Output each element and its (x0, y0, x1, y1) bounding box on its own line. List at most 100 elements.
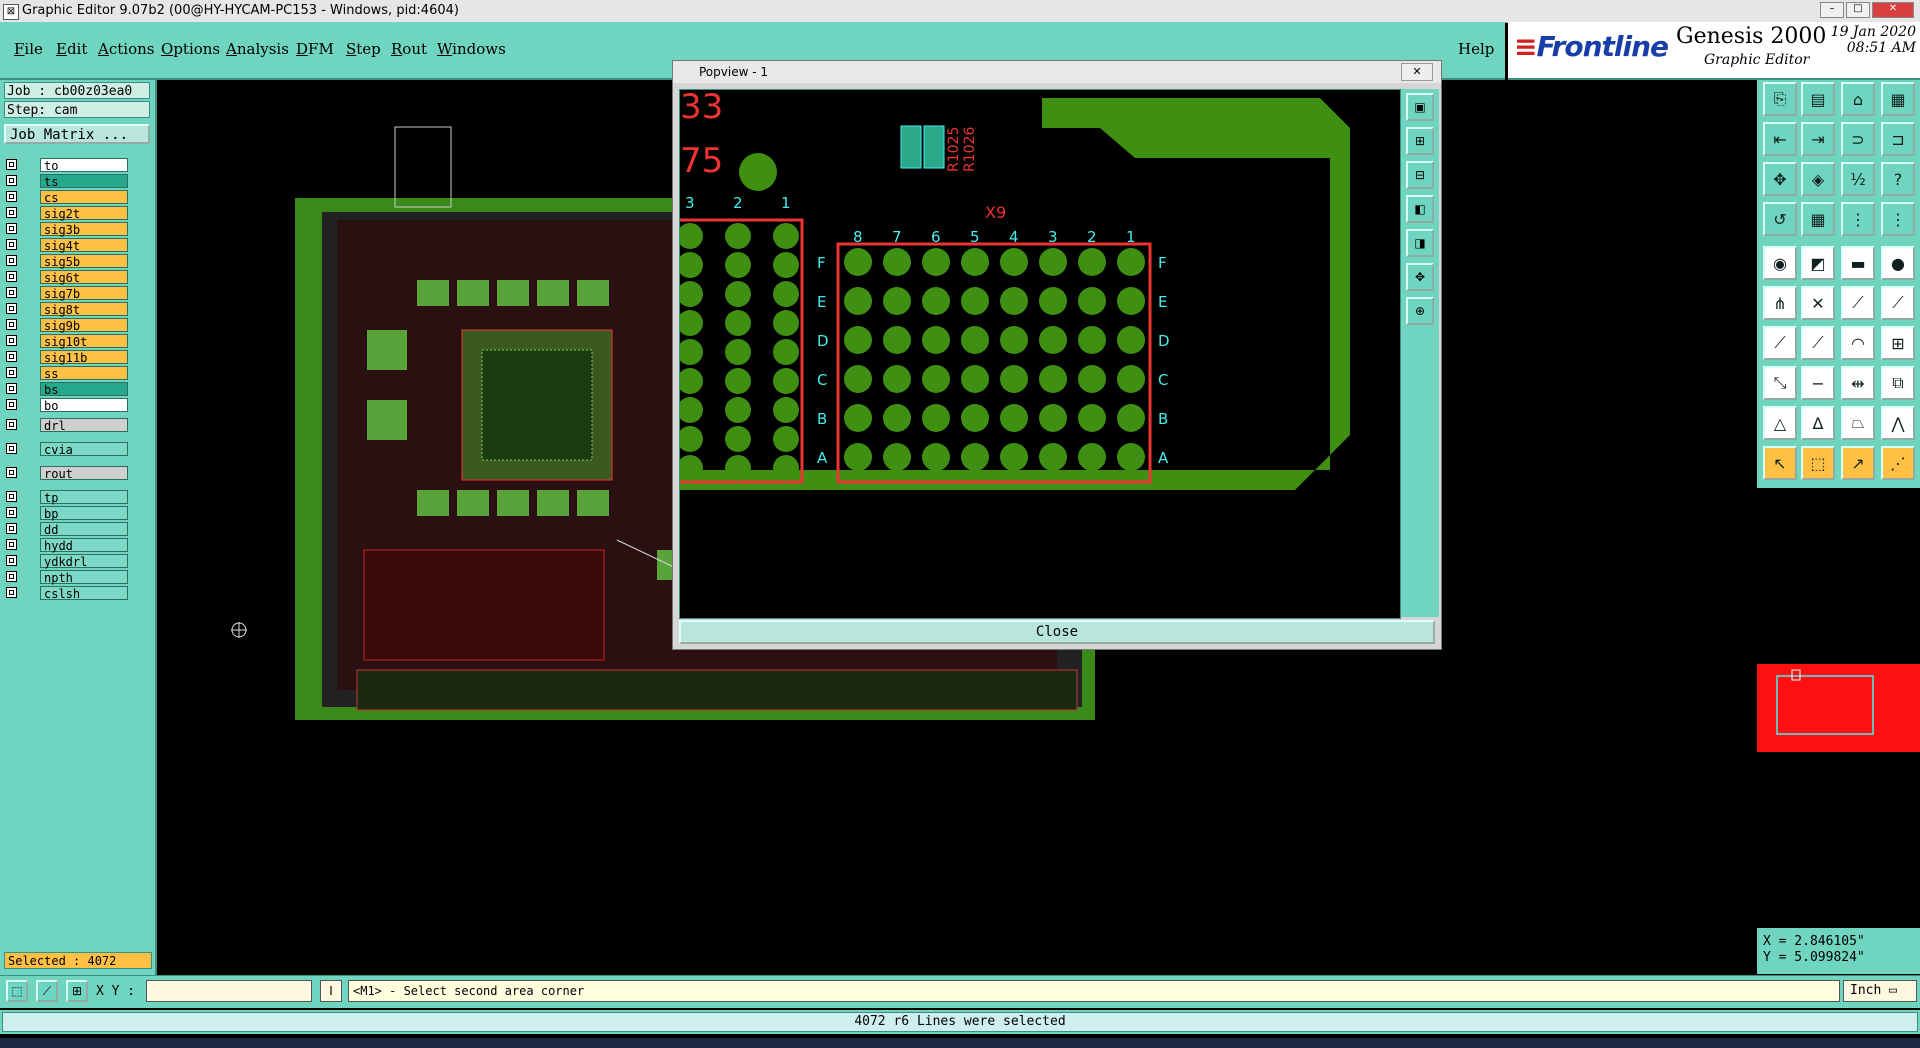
layer-row-sig7b[interactable]: sig7b (6, 286, 128, 301)
layer-row-cs[interactable]: cs (6, 190, 128, 205)
redraw-icon[interactable]: ↺ (1763, 202, 1797, 236)
layer-row-sig2t[interactable]: sig2t (6, 206, 128, 221)
grid-icon[interactable]: ▦ (1801, 202, 1835, 236)
layer-checkbox[interactable] (6, 383, 17, 394)
grid-snap-icon[interactable]: ⊞ (66, 980, 88, 1002)
maximize-button[interactable]: □ (1846, 2, 1870, 18)
center-icon[interactable]: ◈ (1801, 162, 1835, 196)
layers-icon[interactable]: ⋮ (1841, 202, 1875, 236)
select-net-icon[interactable]: ↗ (1841, 446, 1875, 480)
layer-name[interactable]: tp (40, 490, 128, 505)
layer-checkbox[interactable] (6, 539, 17, 550)
layer-row-bp[interactable]: bp (6, 506, 128, 521)
menu-windows[interactable]: Windows (437, 40, 506, 58)
cross-icon[interactable]: ✕ (1801, 286, 1835, 320)
layer-name[interactable]: to (40, 158, 128, 173)
layer-row-to[interactable]: to (6, 158, 128, 173)
layer-row-sig5b[interactable]: sig5b (6, 254, 128, 269)
popview-fit-icon[interactable]: ✥ (1406, 263, 1434, 291)
units-selector[interactable]: Inch ▭ (1843, 980, 1917, 1002)
menu-edit[interactable]: Edit (56, 40, 87, 58)
layer-row-drl[interactable]: drl (6, 418, 128, 433)
minimap[interactable] (1757, 664, 1920, 752)
layer-checkbox[interactable] (6, 523, 17, 534)
layer-name[interactable]: dd (40, 522, 128, 537)
popview-canvas[interactable]: R1025 R1026 33 75 X9 3 2 1 8 7 6 5 4 3 2 1 F F E E D D… (676, 87, 1401, 619)
layer-row-sig9b[interactable]: sig9b (6, 318, 128, 333)
layer-row-tp[interactable]: tp (6, 490, 128, 505)
popview-zoom-in-icon[interactable]: ⊞ (1406, 127, 1434, 155)
layer-checkbox[interactable] (6, 419, 17, 430)
net-icon[interactable]: ⋔ (1763, 286, 1797, 320)
popview-zoom-out-icon[interactable]: ⊟ (1406, 161, 1434, 189)
layer-checkbox[interactable] (6, 287, 17, 298)
minimize-button[interactable]: – (1820, 2, 1844, 18)
zoom-out-icon[interactable]: ⇥ (1801, 122, 1835, 156)
layer-name[interactable]: sig8t (40, 302, 128, 317)
layer-checkbox[interactable] (6, 467, 17, 478)
slope-icon[interactable]: ⟋ (1763, 326, 1797, 360)
layer-checkbox[interactable] (6, 191, 17, 202)
zoom-rect-icon[interactable]: ⬚ (6, 980, 28, 1002)
layer-row-cslsh[interactable]: cslsh (6, 586, 128, 601)
layer-name[interactable]: bs (40, 382, 128, 397)
layer-checkbox[interactable] (6, 159, 17, 170)
menu-options[interactable]: Options (161, 40, 220, 58)
layer-checkbox[interactable] (6, 367, 17, 378)
layer-checkbox[interactable] (6, 555, 17, 566)
layer-row-npth[interactable]: npth (6, 570, 128, 585)
copy-icon[interactable]: ⧉ (1881, 366, 1915, 400)
layer-checkbox[interactable] (6, 175, 17, 186)
layer-row-sig8t[interactable]: sig8t (6, 302, 128, 317)
menu-actions[interactable]: Actions (98, 40, 154, 58)
layer-name[interactable]: ts (40, 174, 128, 189)
circle-icon[interactable]: ● (1881, 246, 1915, 280)
popview-pan-right-icon[interactable]: ◨ (1406, 229, 1434, 257)
layer-name[interactable]: sig9b (40, 318, 128, 333)
layer-name[interactable]: cvia (40, 442, 128, 457)
layer-name[interactable]: hydd (40, 538, 128, 553)
layer-name[interactable]: sig11b (40, 350, 128, 365)
open-icon[interactable]: ⎘ (1763, 82, 1797, 116)
minus-icon[interactable]: − (1801, 366, 1835, 400)
layer-checkbox[interactable] (6, 399, 17, 410)
layer-checkbox[interactable] (6, 335, 17, 346)
save-icon[interactable]: ▤ (1801, 82, 1835, 116)
line-icon[interactable]: ▬ (1841, 246, 1875, 280)
layer-row-bs[interactable]: bs (6, 382, 128, 397)
layer-row-hydd[interactable]: hydd (6, 538, 128, 553)
connect-icon[interactable]: ⟋ (1841, 286, 1875, 320)
popview-pan-left-icon[interactable]: ◧ (1406, 195, 1434, 223)
layer-row-cvia[interactable]: cvia (6, 442, 128, 457)
layer-checkbox[interactable] (6, 351, 17, 362)
layer-checkbox[interactable] (6, 571, 17, 582)
layout-icon[interactable]: ▦ (1881, 82, 1915, 116)
measure-icon[interactable]: ⇹ (1841, 366, 1875, 400)
layer-name[interactable]: drl (40, 418, 128, 433)
menu-file[interactable]: File (14, 40, 43, 58)
popview-close-icon[interactable]: ✕ (1401, 63, 1433, 81)
pad-add-icon[interactable]: ◉ (1763, 246, 1797, 280)
align-icon[interactable]: ⊞ (1881, 326, 1915, 360)
layer-name[interactable]: sig10t (40, 334, 128, 349)
layer-row-sig10t[interactable]: sig10t (6, 334, 128, 349)
snap-icon[interactable]: ⊃ (1841, 122, 1875, 156)
layer-checkbox[interactable] (6, 491, 17, 502)
triangle-a-icon[interactable]: Δ (1801, 406, 1835, 440)
trapezoid-icon[interactable]: ⏢ (1841, 406, 1875, 440)
popview-zoom-fit-icon[interactable]: ▣ (1406, 93, 1434, 121)
layer-name[interactable]: sig6t (40, 270, 128, 285)
layer-name[interactable]: cs (40, 190, 128, 205)
layer-name[interactable]: rout (40, 466, 128, 481)
layer-checkbox[interactable] (6, 223, 17, 234)
scale-icon[interactable]: ½ (1841, 162, 1875, 196)
layer-row-ss[interactable]: ss (6, 366, 128, 381)
job-matrix-button[interactable]: Job Matrix ... (4, 124, 150, 144)
home-icon[interactable]: ⌂ (1841, 82, 1875, 116)
layer-row-ts[interactable]: ts (6, 174, 128, 189)
xy-input[interactable] (146, 980, 312, 1002)
surface-icon[interactable]: ◩ (1801, 246, 1835, 280)
layer-name[interactable]: sig2t (40, 206, 128, 221)
layer-name[interactable]: sig7b (40, 286, 128, 301)
layer-row-dd[interactable]: dd (6, 522, 128, 537)
